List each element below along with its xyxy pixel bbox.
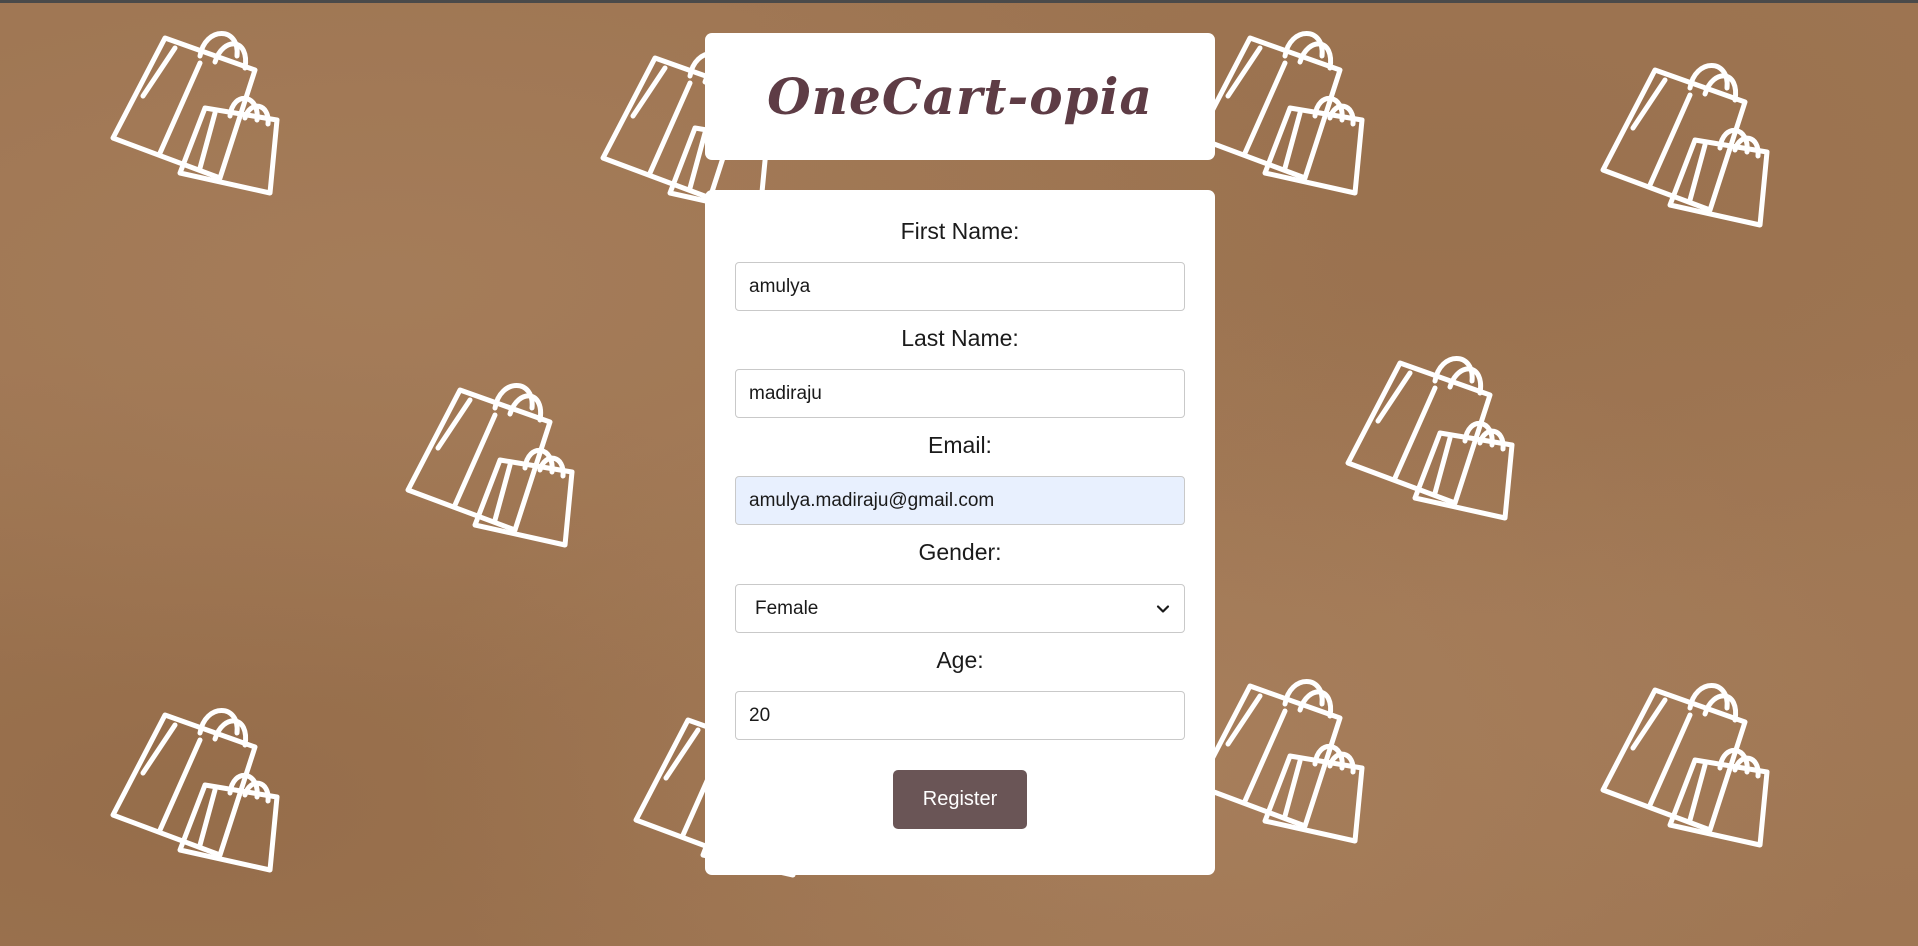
chevron-down-icon bbox=[1156, 602, 1170, 616]
first-name-value: amulya bbox=[749, 275, 811, 297]
registration-form: First Name: amulya Last Name: madiraju E… bbox=[705, 190, 1215, 875]
window-top-strip bbox=[0, 0, 1918, 3]
age-value: 20 bbox=[749, 704, 771, 726]
last-name-input[interactable]: madiraju bbox=[735, 369, 1185, 418]
last-name-value: madiraju bbox=[749, 382, 822, 404]
shopping-bags-icon bbox=[1595, 40, 1785, 230]
shopping-bags-icon bbox=[1190, 8, 1380, 198]
gender-label: Gender: bbox=[918, 539, 1002, 565]
gender-value: Female bbox=[755, 597, 819, 619]
email-label: Email: bbox=[928, 432, 992, 458]
shopping-bags-icon bbox=[400, 360, 590, 550]
title-card: OneCart-opia bbox=[705, 33, 1215, 160]
shopping-bags-icon bbox=[1595, 660, 1785, 850]
gender-select[interactable]: Female bbox=[735, 584, 1185, 633]
age-label: Age: bbox=[936, 647, 984, 673]
shopping-bags-icon bbox=[105, 685, 295, 875]
email-value: amulya.madiraju@gmail.com bbox=[749, 489, 995, 511]
shopping-bags-icon bbox=[105, 8, 295, 198]
shopping-bags-icon bbox=[1340, 333, 1530, 523]
email-input[interactable]: amulya.madiraju@gmail.com bbox=[735, 476, 1185, 525]
register-button[interactable]: Register bbox=[893, 770, 1027, 829]
last-name-label: Last Name: bbox=[901, 325, 1019, 351]
shopping-bags-icon bbox=[1190, 656, 1380, 846]
first-name-label: First Name: bbox=[900, 218, 1020, 244]
first-name-input[interactable]: amulya bbox=[735, 262, 1185, 311]
age-input[interactable]: 20 bbox=[735, 691, 1185, 740]
app-title: OneCart-opia bbox=[767, 67, 1153, 126]
